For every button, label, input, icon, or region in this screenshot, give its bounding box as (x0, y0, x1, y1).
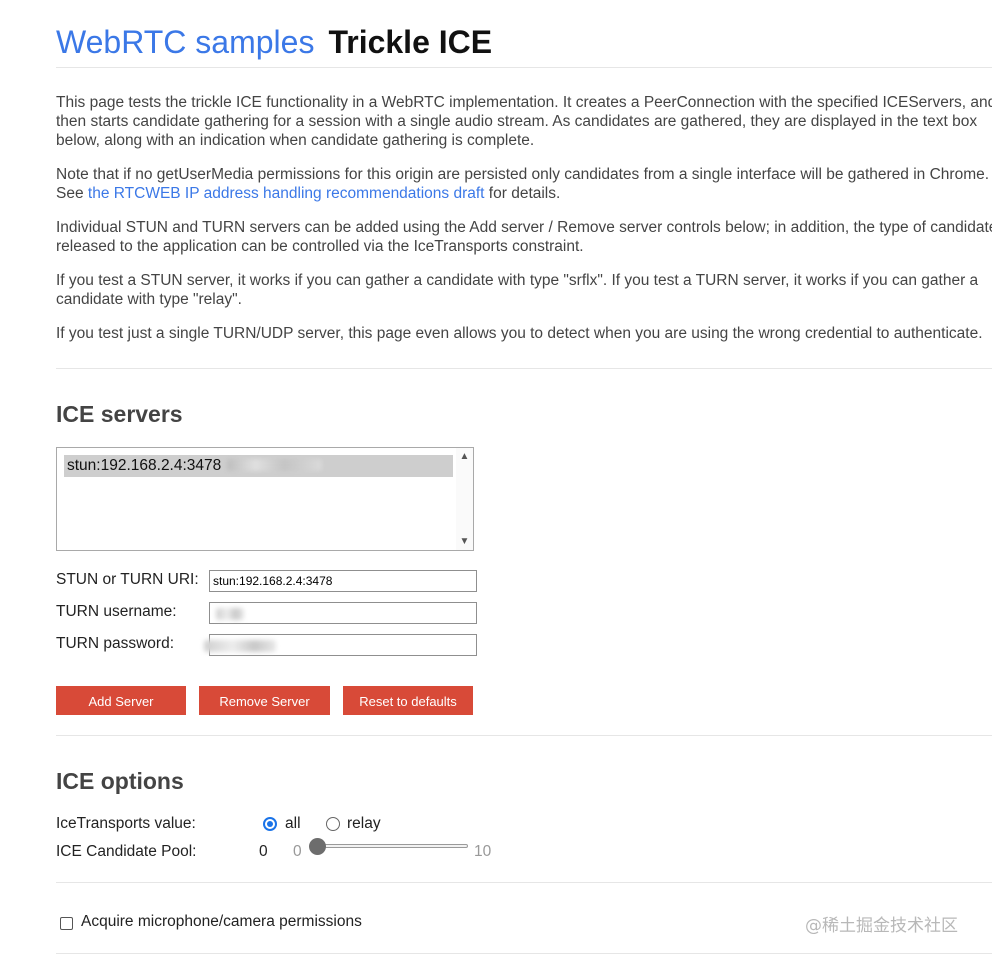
radio-transport-relay[interactable] (326, 817, 340, 831)
intro-p1-line1: This page tests the trickle ICE function… (56, 94, 992, 111)
intro-divider (56, 368, 992, 369)
server-option-text: stun:192.168.2.4:3478 (67, 457, 222, 474)
servers-listbox[interactable]: stun:192.168.2.4:3478 ▲ ▼ (56, 447, 474, 551)
intro-p2-see: See (56, 185, 88, 202)
intro-p3-line1: Individual STUN and TURN servers can be … (56, 219, 992, 236)
scroll-up-arrow-icon[interactable]: ▲ (456, 448, 473, 465)
servers-divider (56, 735, 992, 736)
password-label: TURN password: (56, 635, 174, 652)
uri-label: STUN or TURN URI: (56, 571, 199, 588)
intro-paragraph-2: Note that if no getUserMedia permissions… (56, 165, 992, 203)
scroll-down-arrow-icon[interactable]: ▼ (456, 533, 473, 550)
page-title: Trickle ICE (328, 24, 493, 60)
ice-transports-label: IceTransports value: (56, 815, 196, 832)
juejin-watermark: @稀土掘金技术社区 (805, 916, 958, 936)
intro-p3-line2: released to the application can be contr… (56, 238, 584, 255)
radio-transport-relay-label: relay (347, 815, 381, 832)
ice-options-heading: ICE options (56, 768, 184, 794)
rtcweb-draft-link[interactable]: the RTCWEB IP address handling recommend… (88, 185, 485, 202)
intro-p2-line1: Note that if no getUserMedia permissions… (56, 166, 990, 183)
candidate-pool-slider-thumb[interactable] (309, 838, 326, 855)
permissions-divider (56, 953, 992, 954)
intro-p2-after: for details. (484, 185, 561, 202)
slider-max-label: 10 (474, 843, 492, 860)
page-header: WebRTC samples Trickle ICE (56, 22, 492, 62)
slider-min-label: 0 (293, 843, 302, 860)
username-label: TURN username: (56, 603, 177, 620)
listbox-scrollbar[interactable]: ▲ ▼ (456, 448, 473, 550)
header-divider (56, 67, 992, 68)
acquire-permissions-checkbox[interactable] (60, 917, 73, 930)
ice-servers-heading: ICE servers (56, 401, 183, 427)
options-divider (56, 882, 992, 883)
redacted-username (216, 608, 244, 620)
add-server-button[interactable]: Add Server (56, 686, 186, 715)
remove-server-button[interactable]: Remove Server (199, 686, 330, 715)
candidate-pool-label: ICE Candidate Pool: (56, 843, 197, 860)
candidate-pool-value: 0 (259, 843, 268, 860)
intro-paragraph-5: If you test just a single TURN/UDP serve… (56, 324, 992, 343)
uri-input[interactable] (209, 570, 477, 592)
intro-p5-line1: If you test just a single TURN/UDP serve… (56, 325, 983, 342)
acquire-permissions-label: Acquire microphone/camera permissions (81, 913, 362, 930)
intro-paragraph-1: This page tests the trickle ICE function… (56, 93, 992, 150)
reset-defaults-button[interactable]: Reset to defaults (343, 686, 473, 715)
intro-p1-line2: then starts candidate gathering for a se… (56, 113, 978, 130)
candidate-pool-slider-track[interactable] (318, 844, 468, 848)
radio-transport-all[interactable] (263, 817, 277, 831)
radio-transport-all-label: all (285, 815, 301, 832)
username-input[interactable] (209, 602, 477, 624)
intro-text: This page tests the trickle ICE function… (56, 93, 992, 358)
webrtc-samples-link[interactable]: WebRTC samples (56, 24, 314, 60)
redacted-password (204, 640, 276, 652)
redacted-credentials (227, 459, 323, 471)
intro-p4-line1: If you test a STUN server, it works if y… (56, 272, 979, 289)
intro-paragraph-4: If you test a STUN server, it works if y… (56, 271, 992, 309)
intro-p4-line2: candidate with type "relay". (56, 291, 242, 308)
server-option[interactable]: stun:192.168.2.4:3478 (64, 455, 453, 477)
intro-paragraph-3: Individual STUN and TURN servers can be … (56, 218, 992, 256)
intro-p1-line3: below, along with an indication when can… (56, 132, 535, 149)
